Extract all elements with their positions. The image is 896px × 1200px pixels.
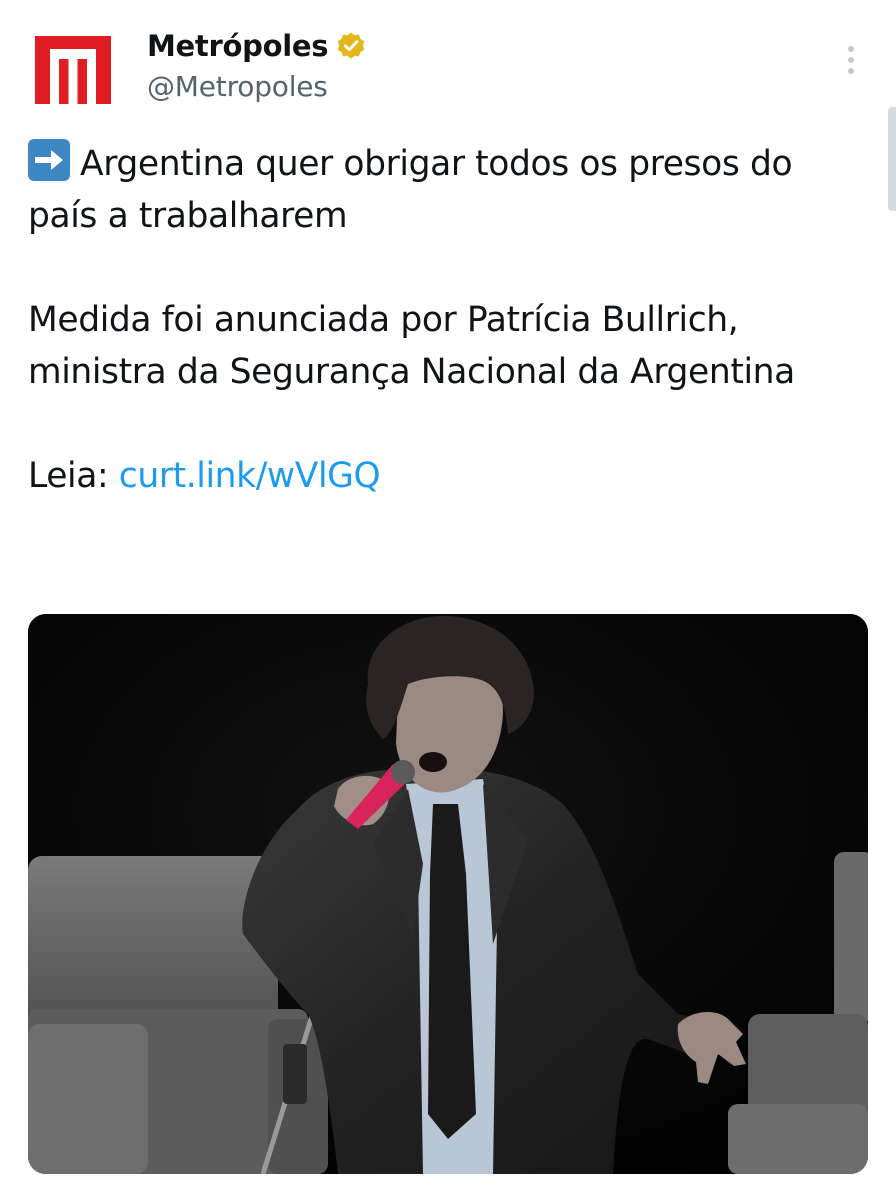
more-vertical-icon-dot: [848, 57, 854, 63]
photo-illustration: [28, 614, 868, 1174]
article-link[interactable]: curt.link/wVlGQ: [119, 456, 381, 496]
tweet-text: Argentina quer obrigar todos os presos d…: [28, 138, 858, 502]
tweet-photo[interactable]: [28, 614, 868, 1174]
tweet-view: Metrópoles @Metropoles Argentina quer ob…: [0, 0, 896, 1200]
author-block[interactable]: Metrópoles @Metropoles: [147, 26, 366, 103]
author-handle[interactable]: @Metropoles: [147, 70, 366, 103]
more-options-button[interactable]: [836, 40, 866, 80]
tweet-paragraph-2: Medida foi anunciada por Patrícia Bullri…: [28, 300, 795, 392]
author-name-row: Metrópoles: [147, 26, 366, 66]
read-label: Leia:: [28, 456, 109, 496]
more-vertical-icon-dot: [848, 46, 854, 52]
right-arrow-emoji-icon: [28, 139, 70, 181]
tweet-paragraph-1: Argentina quer obrigar todos os presos d…: [28, 138, 858, 242]
author-name[interactable]: Metrópoles: [147, 29, 328, 63]
more-vertical-icon-dot: [848, 68, 854, 74]
metropoles-logo-icon[interactable]: [35, 36, 111, 104]
verified-badge-icon: [337, 32, 365, 59]
tweet-headline: Argentina quer obrigar todos os presos d…: [28, 144, 793, 236]
scrollbar-thumb[interactable]: [888, 107, 896, 211]
tweet-paragraph-3: Leia: curt.link/wVlGQ: [28, 450, 858, 502]
